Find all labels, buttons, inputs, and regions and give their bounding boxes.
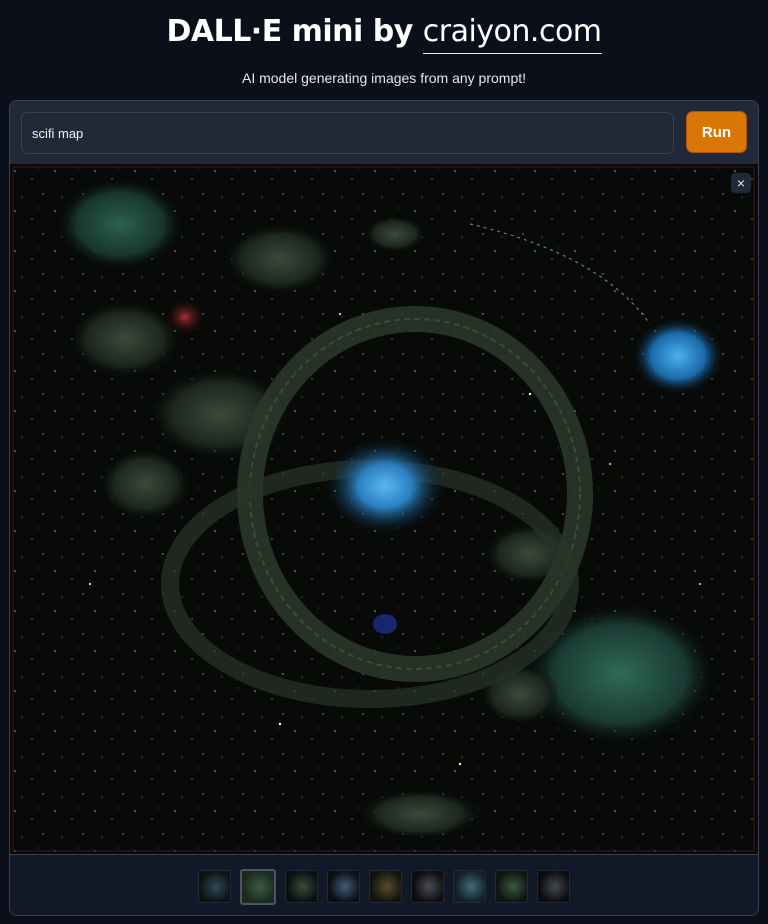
header: DALL·E mini by craiyon.com AI model gene…: [0, 0, 768, 86]
prompt-input[interactable]: [21, 112, 674, 154]
thumbnail-2[interactable]: [240, 868, 276, 905]
thumbnail-9[interactable]: [537, 870, 570, 903]
generated-image-view: ×: [10, 164, 758, 854]
thumbnail-strip: [10, 854, 758, 915]
generated-image: [10, 164, 758, 854]
run-button[interactable]: Run: [686, 111, 747, 153]
main-panel: Run: [9, 100, 759, 916]
page-title: DALL·E mini by craiyon.com: [0, 12, 768, 54]
title-prefix: DALL·E mini by: [166, 14, 423, 49]
thumbnail-8[interactable]: [495, 870, 528, 903]
close-icon[interactable]: ×: [731, 173, 751, 193]
thumbnail-1[interactable]: [198, 870, 231, 903]
thumbnail-5[interactable]: [369, 870, 402, 903]
prompt-row: Run: [21, 111, 747, 155]
page-subtitle: AI model generating images from any prom…: [241, 70, 527, 86]
thumbnail-4[interactable]: [327, 870, 360, 903]
craiyon-link[interactable]: craiyon.com: [422, 14, 602, 54]
thumbnail-6[interactable]: [411, 870, 444, 903]
thumbnail-3[interactable]: [285, 870, 318, 903]
thumbnail-7[interactable]: [453, 870, 486, 903]
